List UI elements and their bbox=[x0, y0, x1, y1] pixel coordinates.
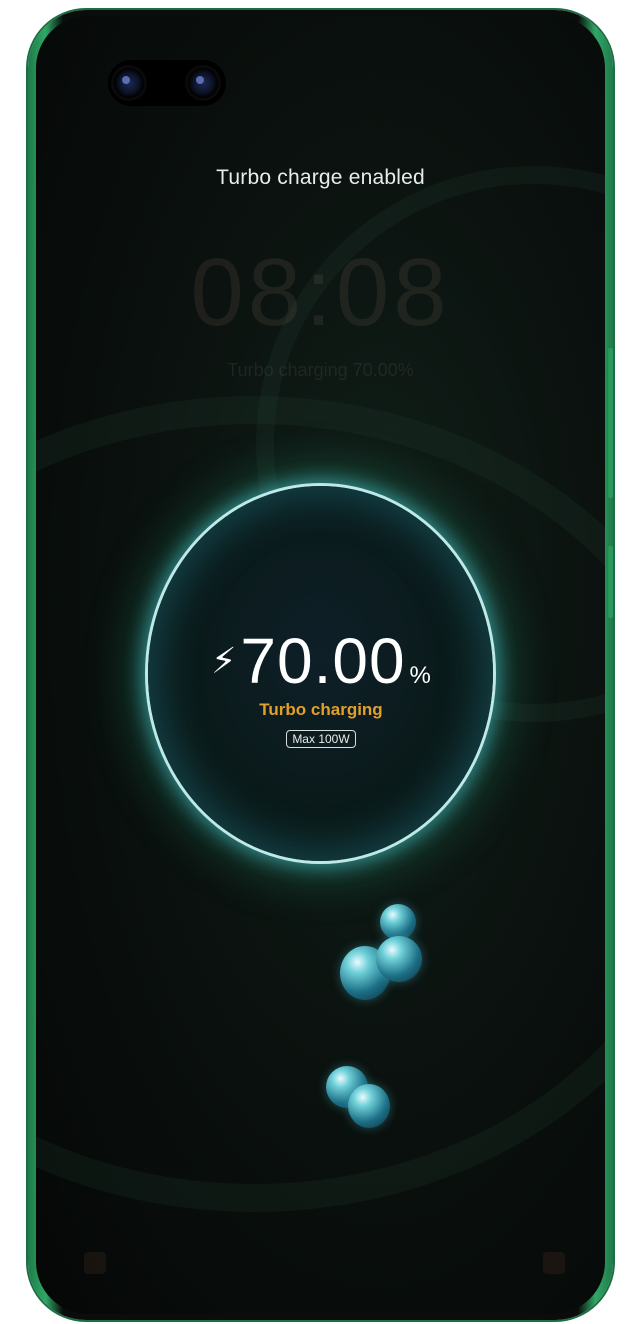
camera-shortcut-icon[interactable] bbox=[543, 1252, 565, 1274]
lock-clock: 08:08 bbox=[190, 239, 451, 346]
max-power-badge-wrap: Max 100W bbox=[36, 730, 605, 748]
turbo-charge-notice: Turbo charge enabled bbox=[216, 166, 425, 189]
energy-bubble bbox=[380, 904, 416, 940]
power-button bbox=[608, 546, 613, 618]
phone-frame: Turbo charge enabled 08:08 Turbo chargin… bbox=[28, 10, 613, 1320]
lock-clock-subtitle: Turbo charging 70.00% bbox=[227, 360, 414, 380]
apps-icon[interactable] bbox=[84, 1252, 106, 1274]
volume-button bbox=[608, 348, 613, 498]
front-camera-icon bbox=[188, 68, 218, 98]
front-camera-icon bbox=[114, 68, 144, 98]
max-power-badge: Max 100W bbox=[286, 730, 356, 748]
lightning-bolt-icon: ⚡ bbox=[211, 640, 237, 681]
charging-mode-label: Turbo charging bbox=[259, 700, 383, 719]
charge-percent-sign: % bbox=[409, 662, 431, 689]
charge-percentage: ⚡70.00% bbox=[36, 624, 605, 698]
lock-screen: Turbo charge enabled 08:08 Turbo chargin… bbox=[36, 16, 605, 1314]
energy-bubble bbox=[348, 1084, 390, 1128]
charge-percent-value: 70.00 bbox=[240, 625, 406, 697]
energy-bubble bbox=[376, 936, 422, 982]
